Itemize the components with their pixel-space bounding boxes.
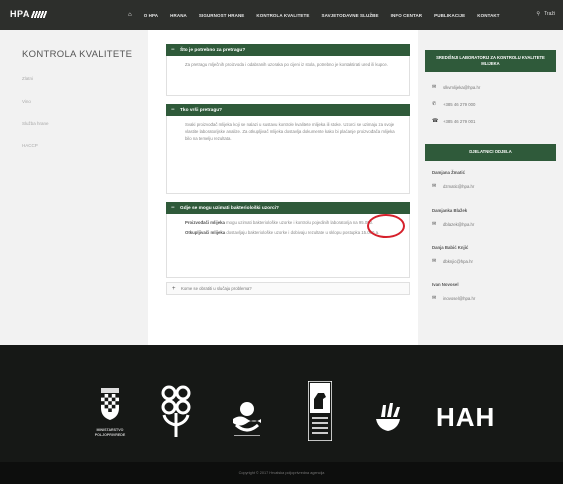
collapse-icon: − xyxy=(171,107,175,113)
faq-question-text: Kome se obratiti u slučaju problema? xyxy=(181,286,252,291)
staff-name: Damjana Žmatić xyxy=(432,170,465,175)
envelope-icon: ✉ xyxy=(432,258,437,264)
nav-item-info-centar[interactable]: INFO CENTAR xyxy=(391,13,423,18)
copyright-bar: Copyright © 2017 Hrvatska poljoprivredna… xyxy=(0,462,563,484)
envelope-icon: ✉ xyxy=(432,221,437,227)
search-label: Traži xyxy=(544,11,555,17)
sidebar-item-sluzba-hrane[interactable]: Služba hrane xyxy=(22,121,49,126)
nav-item-savjetodavne[interactable]: SAVJETODAVNE SLUŽBE xyxy=(321,13,378,18)
flower-logo[interactable] xyxy=(160,385,192,439)
fax-icon: ☎ xyxy=(432,118,439,124)
nav-item-sigurnost-hrane[interactable]: SIGURNOST HRANE xyxy=(199,13,245,18)
sidebar-item-zlatni[interactable]: Zlatni xyxy=(22,76,33,81)
faq-question-3[interactable]: − Gdje se mogu uzimati bakteriološki uzo… xyxy=(166,202,410,214)
nav-item-kontakt[interactable]: KONTAKT xyxy=(477,13,499,18)
staff-name: Danja Babić Knjić xyxy=(432,245,469,250)
home-icon[interactable]: ⌂ xyxy=(128,12,132,18)
staff-email: dblazek@hpa.hr xyxy=(443,221,475,227)
hah-logo[interactable]: HAH xyxy=(436,403,506,431)
sidebar-item-haccp[interactable]: HACCP xyxy=(22,143,38,148)
lab-phone: +385 46 279 000 xyxy=(443,101,476,107)
site-logo[interactable]: HPA xyxy=(10,9,48,19)
staff-email: inovosel@hpa.hr xyxy=(443,295,476,301)
faq-answer-1: Za pretragu mlječnih proizvoda i odabran… xyxy=(166,56,410,96)
answer-text-1: mogu uzimati bakteriološke uzorke i kont… xyxy=(226,220,374,225)
logo-text: HPA xyxy=(10,9,30,19)
nav-item-publikacije[interactable]: PUBLIKACIJE xyxy=(434,13,465,18)
section-title: KONTROLA KVALITETE xyxy=(22,49,133,60)
flower-icon xyxy=(161,385,191,437)
sidebar-item-vino[interactable]: Vino xyxy=(22,99,31,104)
highlight-annotation xyxy=(367,214,405,238)
hand-logo[interactable] xyxy=(372,401,404,433)
faq-content: − Što je potrebno za pretragu? Za pretra… xyxy=(148,30,418,345)
collapse-icon: − xyxy=(171,205,175,211)
staff-title: DJELATNICI ODJELA xyxy=(425,144,556,161)
search-link[interactable]: ⚲ Traži xyxy=(536,11,555,17)
staff-email-row[interactable]: ✉ inovosel@hpa.hr xyxy=(432,295,475,301)
faq-question-1[interactable]: − Što je potrebno za pretragu? xyxy=(166,44,410,56)
main-nav: ⌂ O HPA HRANA SIGURNOST HRANE KONTROLA K… xyxy=(128,12,500,18)
copyright-text: Copyright © 2017 Hrvatska poljoprivredna… xyxy=(238,471,325,475)
staff-email-row[interactable]: ✉ dblazek@hpa.hr xyxy=(432,221,474,227)
logo-stripes-icon xyxy=(30,10,48,18)
lab-phone-row: ✆ +385 46 279 000 xyxy=(432,101,475,107)
wave-logo[interactable] xyxy=(230,395,264,439)
hand-icon xyxy=(376,403,400,431)
faq-question-text: Tko vrši pretragu? xyxy=(180,107,223,113)
search-icon: ⚲ xyxy=(536,11,541,17)
ministry-label: MINISTARSTVO POLJOPRIVREDE xyxy=(94,428,126,437)
horse-logo[interactable] xyxy=(307,380,333,442)
nav-item-kontrola-kvalitete[interactable]: KONTROLA KVALITETE xyxy=(256,13,309,18)
sunrise-wave-icon xyxy=(233,402,261,436)
lab-fax: +385 46 279 001 xyxy=(443,118,476,124)
staff-email: dbknjic@hpa.hr xyxy=(443,258,473,264)
faq-question-text: Gdje se mogu uzimati bakteriološki uzorc… xyxy=(180,205,279,211)
answer-label-2: Otkupljivači mlijeka xyxy=(185,230,226,236)
left-sidebar: KONTROLA KVALITETE Zlatni Vino Služba hr… xyxy=(0,30,148,345)
staff-email: dzmatic@hpa.hr xyxy=(443,183,475,189)
ministry-logo[interactable]: MINISTARSTVO POLJOPRIVREDE xyxy=(82,385,138,447)
staff-name: Damjanka Blažek xyxy=(432,208,468,213)
lab-fax-row: ☎ +385 46 279 001 xyxy=(432,118,475,124)
lab-title: SREDIŠNJI LABORATORIJ ZA KONTROLU KVALIT… xyxy=(425,50,556,72)
answer-text-2: dostavljaju bakteriološke uzorke i dobiv… xyxy=(226,230,380,236)
staff-email-row[interactable]: ✉ dzmatic@hpa.hr xyxy=(432,183,474,189)
right-sidebar: SREDIŠNJI LABORATORIJ ZA KONTROLU KVALIT… xyxy=(418,30,563,345)
envelope-icon: ✉ xyxy=(432,183,437,189)
faq-question-text: Što je potrebno za pretragu? xyxy=(180,47,246,53)
lab-email: slkvmlijeka@hpa.hr xyxy=(443,84,481,90)
faq-question-4[interactable]: + Kome se obratiti u slučaju problema? xyxy=(166,282,410,295)
top-navbar: HPA ⌂ O HPA HRANA SIGURNOST HRANE KONTRO… xyxy=(0,0,563,30)
envelope-icon: ✉ xyxy=(432,295,437,301)
staff-email-row[interactable]: ✉ dbknjic@hpa.hr xyxy=(432,258,473,264)
phone-icon: ✆ xyxy=(432,101,437,107)
collapse-icon: − xyxy=(171,47,175,53)
nav-item-hrana[interactable]: HRANA xyxy=(170,13,187,18)
answer-label-1: Proizvođači mlijeka xyxy=(185,220,225,225)
faq-answer-2: Svaki proizvođač mlijeka koji se nalazi … xyxy=(166,116,410,194)
horse-icon xyxy=(307,380,333,442)
nav-item-o-hpa[interactable]: O HPA xyxy=(144,13,158,18)
lab-email-row[interactable]: ✉ slkvmlijeka@hpa.hr xyxy=(432,84,480,90)
staff-name: Ivan Novosel xyxy=(432,282,459,287)
envelope-icon: ✉ xyxy=(432,84,437,90)
faq-question-2[interactable]: − Tko vrši pretragu? xyxy=(166,104,410,116)
expand-icon: + xyxy=(172,285,176,292)
